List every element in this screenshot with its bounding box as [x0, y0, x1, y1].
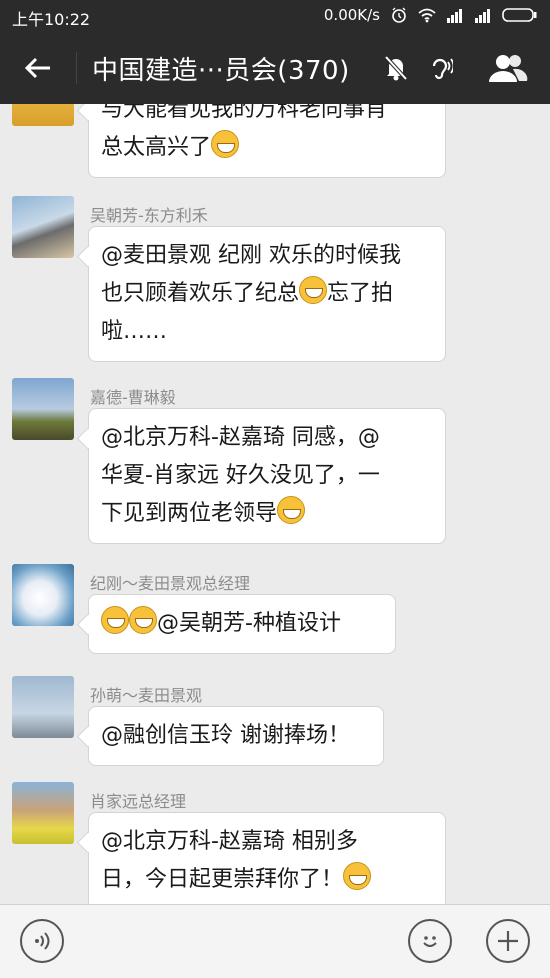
grin-emoji-icon: [277, 496, 306, 524]
earpiece-mode-button[interactable]: [422, 50, 458, 86]
message-line: 也只顾着欢乐了纪总: [101, 281, 300, 306]
voice-icon: [35, 932, 50, 950]
voice-input-button[interactable]: [20, 919, 64, 963]
message-line: 忘了拍: [327, 281, 394, 306]
message-list[interactable]: 与大能看见我的万科老同事肖 总太高兴了 吴朝芳-东方利禾 @麦田景观 纪刚 欢乐…: [0, 104, 550, 904]
message-bubble[interactable]: @融创信玉玲 谢谢捧场！: [88, 706, 384, 766]
message-line: @麦田景观 纪刚 欢乐的时候我: [101, 243, 401, 268]
ear-icon: [432, 58, 453, 80]
message-bubble[interactable]: @北京万科-赵嘉琦 相别多 日，今日起更崇拜你了！: [88, 812, 446, 904]
muted-bell-icon: [384, 55, 408, 81]
back-arrow-icon: [24, 57, 50, 79]
avatar[interactable]: [12, 378, 74, 440]
message-line: 日，今日起更崇拜你了！: [101, 867, 344, 892]
network-speed: 0.00K/s: [323, 6, 380, 24]
input-bar: [0, 904, 550, 978]
message-line: @融创信玉玲 谢谢捧场！: [101, 723, 350, 748]
avatar[interactable]: [12, 782, 74, 844]
plus-icon: [498, 931, 518, 951]
avatar[interactable]: [12, 564, 74, 626]
smile-emoji-icon: [129, 606, 157, 634]
avatar[interactable]: [12, 104, 74, 126]
mute-button[interactable]: [378, 50, 414, 86]
smiley-icon: [423, 936, 437, 947]
chat-header: 中国建造···员会(370): [0, 32, 550, 104]
header-divider: [76, 52, 77, 84]
chat-title: 中国建造···员会(370): [92, 56, 350, 86]
people-icon: [489, 55, 528, 82]
sender-name: 纪刚～麦田景观总经理: [90, 574, 251, 593]
more-options-button[interactable]: [486, 919, 530, 963]
message-bubble[interactable]: @麦田景观 纪刚 欢乐的时候我 也只顾着欢乐了纪总 忘了拍 啦……: [88, 226, 446, 362]
message-line: 总太高兴了: [101, 135, 212, 160]
message-input[interactable]: [80, 917, 400, 965]
message-line: @北京万科-赵嘉琦 同感，@: [101, 425, 380, 450]
sender-name: 肖家远总经理: [90, 792, 187, 811]
signal-icon-2: [475, 9, 490, 23]
sender-name: 嘉德-曹琳毅: [90, 388, 176, 407]
embarrassed-emoji-icon: [299, 276, 328, 304]
avatar[interactable]: [12, 676, 74, 738]
sender-name: 孙萌～麦田景观: [90, 686, 203, 705]
battery-icon: [502, 8, 537, 22]
message-line: @吴朝芳-种植设计: [157, 611, 341, 636]
message-bubble[interactable]: @吴朝芳-种植设计: [88, 594, 396, 654]
signal-icon-1: [447, 9, 462, 23]
avatar[interactable]: [12, 196, 74, 258]
sender-name: 吴朝芳-东方利禾: [90, 206, 208, 225]
message-line: 华夏-肖家远 好久没见了，一: [101, 463, 380, 488]
status-icons: 0.00K/s: [324, 6, 538, 24]
message-bubble[interactable]: 与大能看见我的万科老同事肖 总太高兴了: [88, 104, 446, 178]
grin-emoji-icon: [211, 130, 240, 158]
smile-emoji-icon: [101, 606, 129, 634]
message-line: 啦……: [101, 319, 168, 344]
alarm-icon: [392, 7, 406, 23]
status-bar: 上午10:22 0.00K/s: [0, 0, 550, 32]
message-line: @北京万科-赵嘉琦 相别多: [101, 829, 358, 854]
message-line: 与大能看见我的万科老同事肖: [101, 104, 388, 122]
status-time: 上午10:22: [12, 10, 91, 29]
back-button[interactable]: [14, 44, 62, 92]
message-line: 下见到两位老领导: [101, 501, 278, 526]
grin-emoji-icon: [343, 862, 372, 890]
group-members-button[interactable]: [486, 50, 530, 86]
message-bubble[interactable]: @北京万科-赵嘉琦 同感，@ 华夏-肖家远 好久没见了，一 下见到两位老领导: [88, 408, 446, 544]
emoji-button[interactable]: [408, 919, 452, 963]
wifi-icon: [418, 8, 436, 23]
